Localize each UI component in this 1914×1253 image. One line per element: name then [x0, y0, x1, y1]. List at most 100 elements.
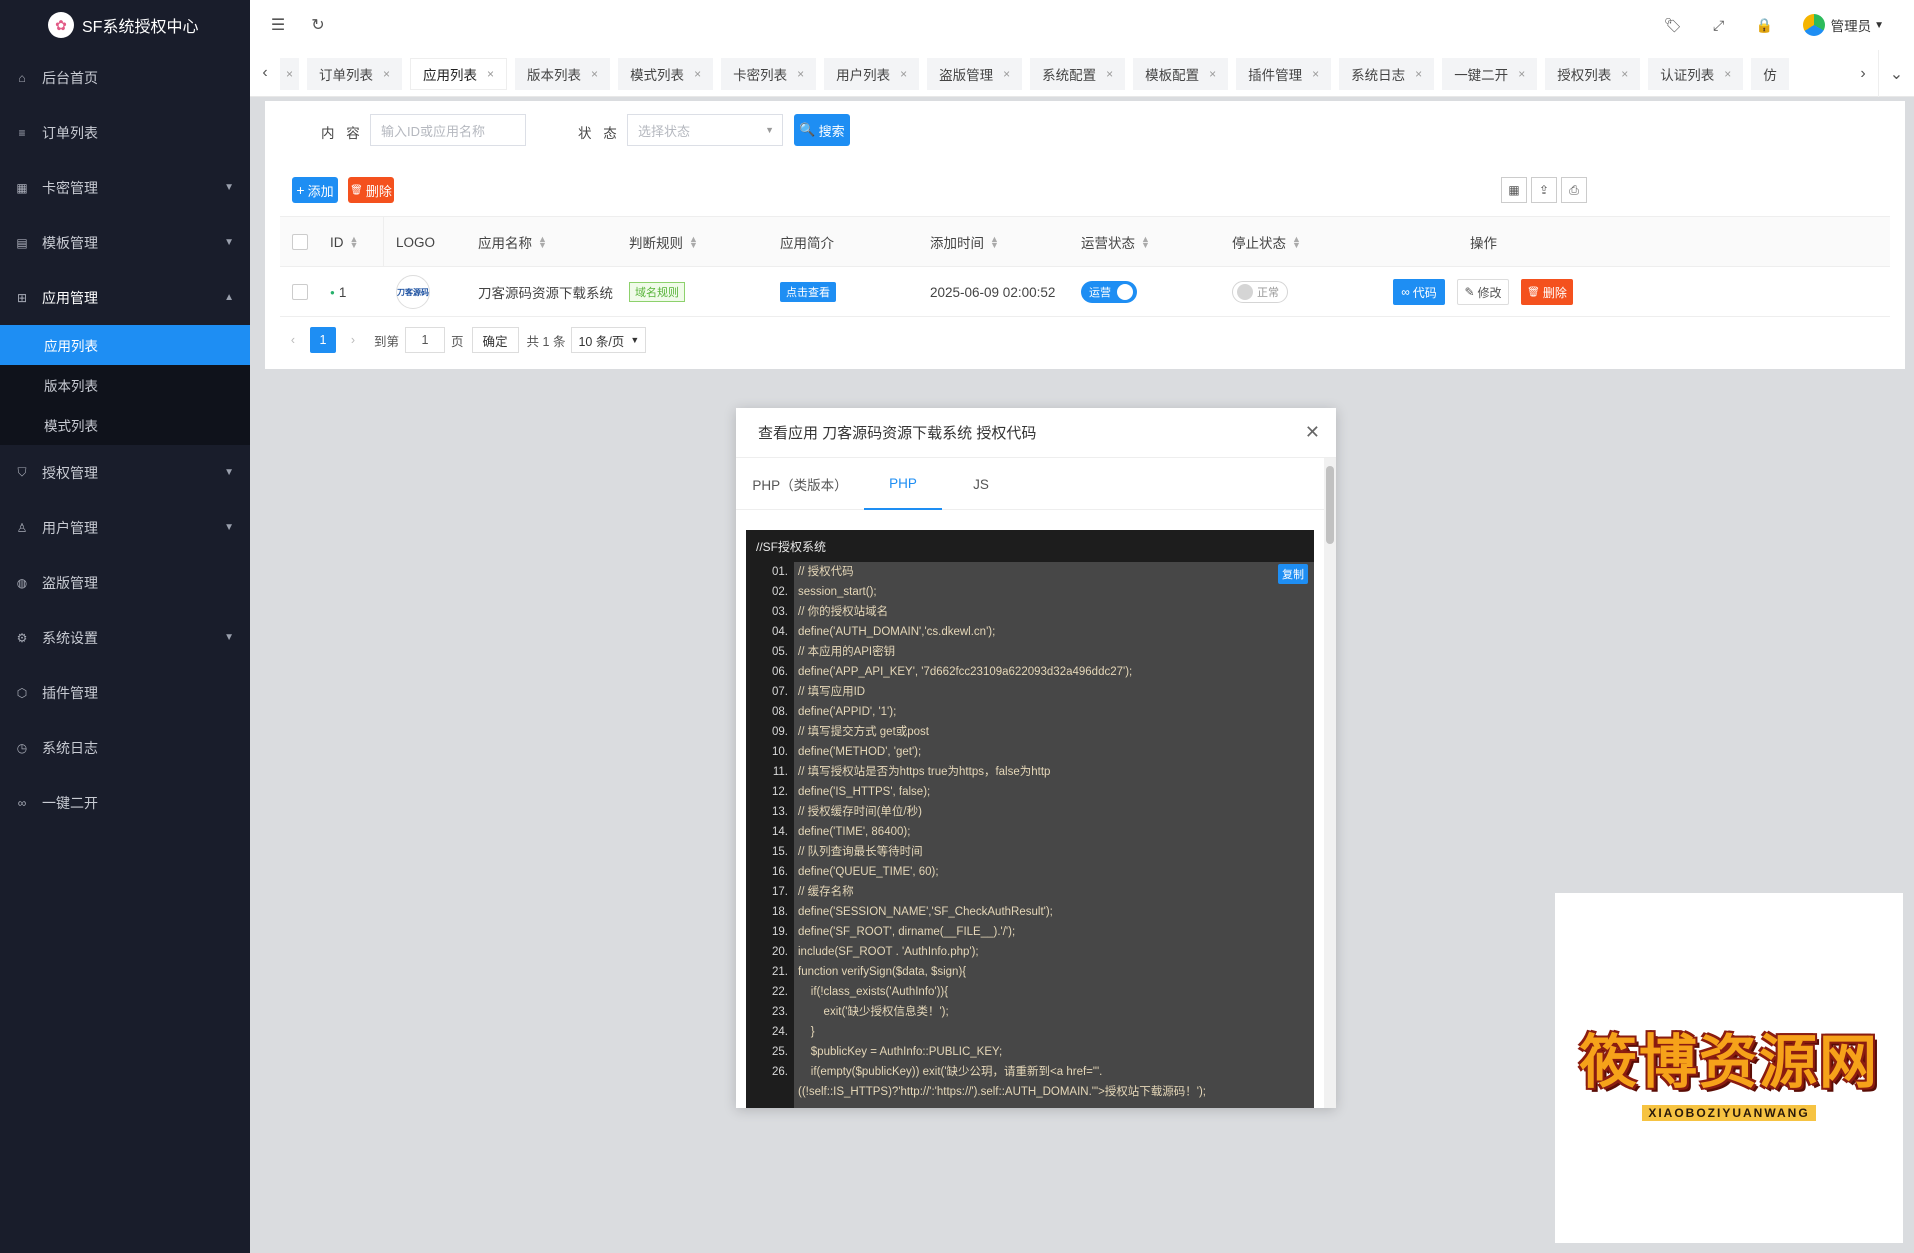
- close-tab-icon[interactable]: ×: [1415, 67, 1422, 81]
- close-tab-icon[interactable]: ×: [286, 67, 293, 81]
- close-tab-icon[interactable]: ×: [1621, 67, 1628, 81]
- tab-partial[interactable]: ×: [280, 57, 300, 90]
- column-header-5[interactable]: 添加时间 ▲ ▼: [930, 217, 999, 267]
- sidebar-item-5[interactable]: ⛉ 授权管理 ▼: [0, 445, 250, 500]
- tab-6[interactable]: 盗版管理 ×: [927, 57, 1023, 90]
- close-tab-icon[interactable]: ×: [1518, 67, 1525, 81]
- tab-11[interactable]: 一键二开 ×: [1442, 57, 1538, 90]
- sort-icon[interactable]: ▲ ▼: [1141, 235, 1150, 250]
- column-header-3[interactable]: 判断规则 ▲ ▼: [629, 217, 698, 267]
- select-all-checkbox[interactable]: [292, 217, 308, 267]
- sidebar-item-6[interactable]: ♙ 用户管理 ▼: [0, 500, 250, 555]
- tab-2[interactable]: 版本列表 ×: [515, 57, 611, 90]
- columns-filter-icon[interactable]: ▦: [1501, 177, 1527, 203]
- code-tab-0[interactable]: PHP（类版本）: [736, 458, 864, 510]
- close-tab-icon[interactable]: ×: [1106, 67, 1113, 81]
- stop-toggle[interactable]: 正常: [1232, 281, 1288, 303]
- close-tab-icon[interactable]: ×: [1209, 67, 1216, 81]
- tab-8[interactable]: 模板配置 ×: [1133, 57, 1229, 90]
- sort-icon[interactable]: ▲ ▼: [1292, 235, 1301, 250]
- row-checkbox[interactable]: [292, 267, 308, 317]
- code-tab-2[interactable]: JS: [942, 458, 1020, 510]
- tab-1[interactable]: 应用列表 ×: [410, 57, 508, 90]
- operate-toggle[interactable]: 运营: [1081, 281, 1137, 303]
- goto-label: 到第: [374, 334, 400, 349]
- export-icon[interactable]: ⇪: [1531, 177, 1557, 203]
- page-current[interactable]: 1: [310, 327, 336, 353]
- sidebar-item-11[interactable]: ∞ 一键二开: [0, 775, 250, 830]
- app-logo[interactable]: ✿ SF系统授权中心: [0, 0, 250, 50]
- close-icon[interactable]: ✕: [1305, 422, 1320, 443]
- close-tab-icon[interactable]: ×: [900, 67, 907, 81]
- sidebar-item-0[interactable]: ⌂ 后台首页: [0, 50, 250, 105]
- lock-icon[interactable]: 🔒: [1749, 9, 1781, 41]
- sidebar-item-10[interactable]: ◷ 系统日志: [0, 720, 250, 775]
- close-tab-icon[interactable]: ×: [487, 67, 494, 81]
- per-page-select[interactable]: 10 条/页 ▼: [571, 327, 647, 353]
- next-page-icon[interactable]: ›: [340, 327, 366, 353]
- sort-icon[interactable]: ▲ ▼: [350, 235, 359, 250]
- sidebar-item-2[interactable]: ▦ 卡密管理 ▼: [0, 160, 250, 215]
- prev-page-icon[interactable]: ‹: [280, 327, 306, 353]
- tab-0[interactable]: 订单列表 ×: [307, 57, 403, 90]
- tab-14[interactable]: 仿: [1751, 57, 1789, 90]
- tabs-prev-icon[interactable]: ‹: [250, 50, 280, 97]
- close-tab-icon[interactable]: ×: [1003, 67, 1010, 81]
- sidebar-item-1[interactable]: ≡ 订单列表: [0, 105, 250, 160]
- close-tab-icon[interactable]: ×: [1724, 67, 1731, 81]
- tab-12[interactable]: 授权列表 ×: [1545, 57, 1641, 90]
- tab-3[interactable]: 模式列表 ×: [618, 57, 714, 90]
- sidebar-item-9[interactable]: ⬡ 插件管理: [0, 665, 250, 720]
- column-header-0[interactable]: ID ▲ ▼: [330, 217, 358, 267]
- close-tab-icon[interactable]: ×: [1312, 67, 1319, 81]
- open-tabs: × 订单列表 × 应用列表 × 版本列表 × 模式列表 × 卡密列表 × 用户列表 × 盗版管理 × 系统配置…: [280, 50, 1848, 97]
- user-menu[interactable]: 管理员 ▼: [1795, 14, 1884, 36]
- sidebar-item-8[interactable]: ⚙ 系统设置 ▼: [0, 610, 250, 665]
- refresh-icon[interactable]: ↻: [302, 9, 334, 41]
- code-tab-1[interactable]: PHP: [864, 458, 942, 510]
- code-button[interactable]: ∞ 代码: [1393, 279, 1445, 305]
- close-tab-icon[interactable]: ×: [694, 67, 701, 81]
- sort-icon[interactable]: ▲ ▼: [990, 235, 999, 250]
- column-header-2[interactable]: 应用名称 ▲ ▼: [478, 217, 547, 267]
- sort-icon[interactable]: ▲ ▼: [538, 235, 547, 250]
- sidebar-subitem-0[interactable]: 应用列表: [0, 325, 250, 365]
- sidebar-item-7[interactable]: ◍ 盗版管理: [0, 555, 250, 610]
- page-input[interactable]: 1: [405, 327, 446, 353]
- tab-7[interactable]: 系统配置 ×: [1030, 57, 1126, 90]
- sidebar-subitem-2[interactable]: 模式列表: [0, 405, 250, 445]
- code-title: //SF授权系统: [756, 539, 827, 554]
- edit-button[interactable]: ✎ 修改: [1457, 279, 1509, 305]
- fullscreen-icon[interactable]: ⤢: [1703, 9, 1735, 41]
- dialog-scrollbar[interactable]: [1324, 458, 1336, 1108]
- sidebar-subitem-1[interactable]: 版本列表: [0, 365, 250, 405]
- view-intro-button[interactable]: 点击查看: [780, 282, 836, 302]
- search-input[interactable]: 输入ID或应用名称: [370, 114, 526, 146]
- tab-5[interactable]: 用户列表 ×: [824, 57, 920, 90]
- tab-10[interactable]: 系统日志 ×: [1339, 57, 1435, 90]
- close-tab-icon[interactable]: ×: [383, 67, 390, 81]
- column-header-7[interactable]: 停止状态 ▲ ▼: [1232, 217, 1301, 267]
- goto-confirm-button[interactable]: 确定: [471, 327, 519, 353]
- sidebar-item-3[interactable]: ▤ 模板管理 ▼: [0, 215, 250, 270]
- column-header-6[interactable]: 运营状态 ▲ ▼: [1081, 217, 1150, 267]
- copy-button[interactable]: 复制: [1278, 564, 1308, 584]
- tab-4[interactable]: 卡密列表 ×: [721, 57, 817, 90]
- sort-icon[interactable]: ▲ ▼: [689, 235, 698, 250]
- tabs-next-icon[interactable]: ›: [1848, 50, 1878, 97]
- status-select[interactable]: 选择状态 ▼: [627, 114, 783, 146]
- add-button[interactable]: + 添加: [292, 177, 338, 203]
- close-tab-icon[interactable]: ×: [797, 67, 804, 81]
- sidebar-item-4[interactable]: ⊞ 应用管理 ▲: [0, 270, 250, 325]
- total-count: 共 1 条: [526, 334, 566, 349]
- batch-delete-button[interactable]: 🗑 删除: [348, 177, 394, 203]
- search-button[interactable]: 🔍 搜索: [794, 114, 850, 146]
- tab-13[interactable]: 认证列表 ×: [1648, 57, 1744, 90]
- tag-icon[interactable]: 🏷: [1657, 9, 1689, 41]
- close-tab-icon[interactable]: ×: [591, 67, 598, 81]
- row-delete-button[interactable]: 🗑 删除: [1521, 279, 1573, 305]
- tab-9[interactable]: 插件管理 ×: [1236, 57, 1332, 90]
- print-icon[interactable]: ⎙: [1561, 177, 1587, 203]
- tabs-menu-chevron-icon[interactable]: ⌄: [1878, 50, 1914, 97]
- menu-toggle-icon[interactable]: ☰: [262, 9, 294, 41]
